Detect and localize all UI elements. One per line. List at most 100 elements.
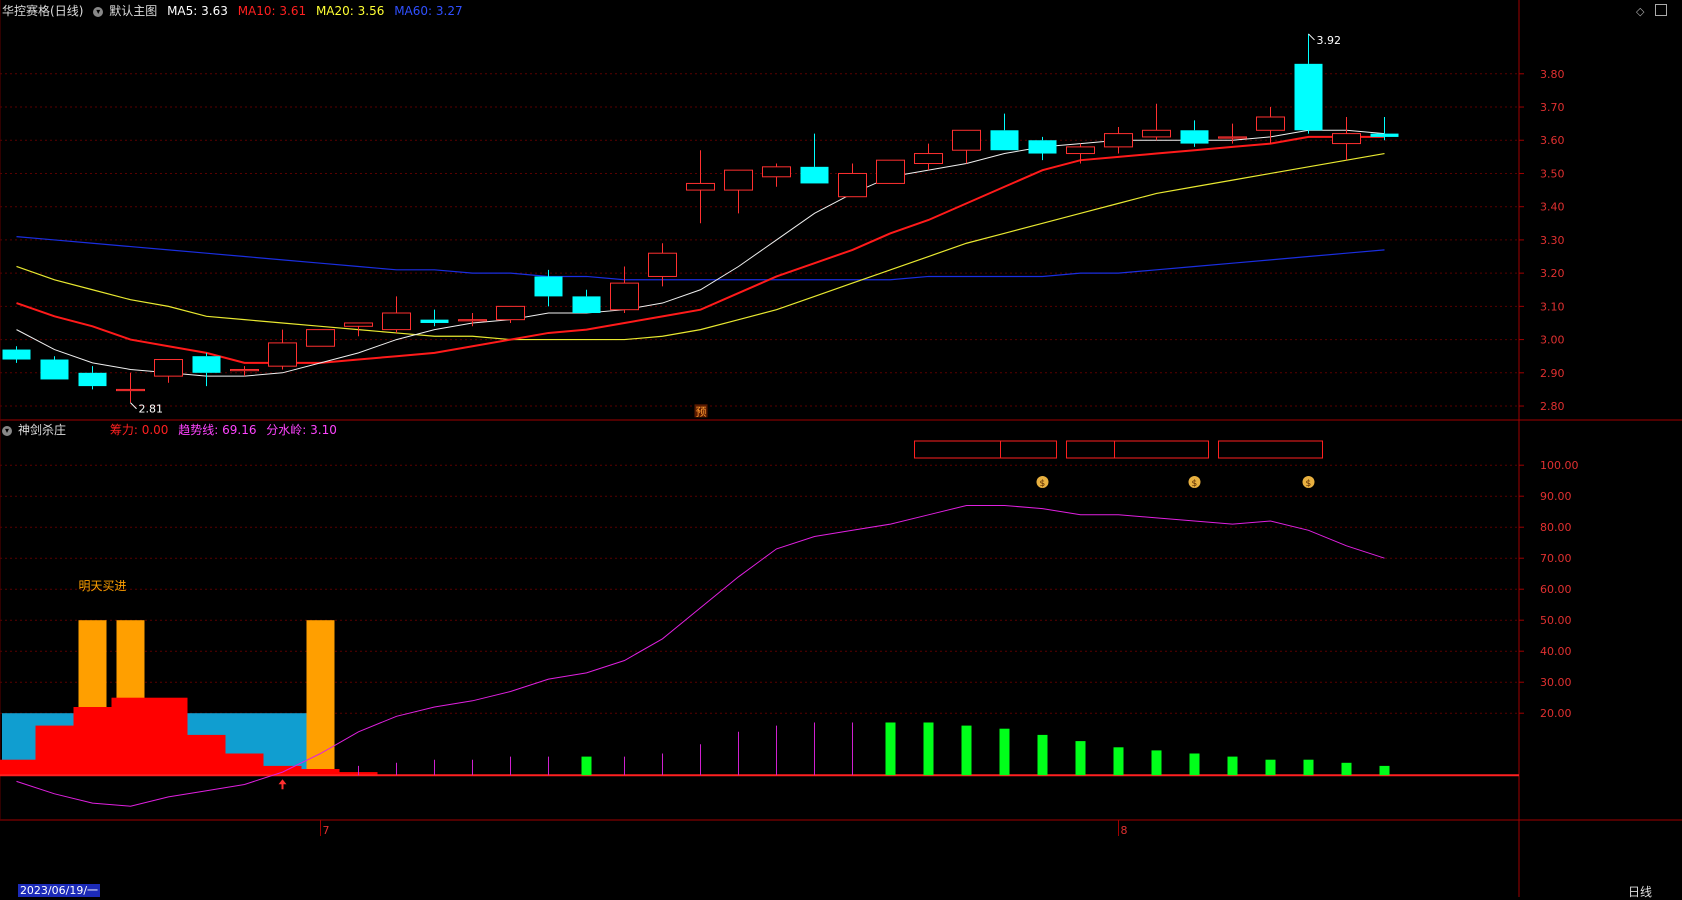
candle-body-down: [1028, 140, 1057, 154]
money-bag-glyph: $: [1040, 479, 1046, 489]
price-tick-label: 3.00: [1540, 334, 1565, 347]
red-area-step: [263, 765, 302, 776]
candle-body-up: [876, 159, 905, 184]
red-area-step: [0, 759, 36, 776]
candle-body-up: [724, 169, 753, 191]
indicator-tick-label: 30.00: [1540, 676, 1572, 689]
diamond-icon[interactable]: ◇: [1636, 5, 1644, 18]
money-bag-glyph: $: [1192, 479, 1198, 489]
candle-body-down: [534, 276, 563, 297]
indicator-tick-label: 20.00: [1540, 707, 1572, 720]
candle-body-down: [1180, 130, 1209, 144]
indicator-tick-label: 80.00: [1540, 521, 1572, 534]
period-label: (日线): [50, 4, 84, 18]
trend-line-readout: 趋势线: 69.16: [178, 423, 257, 437]
signal-box: [914, 440, 1057, 459]
indicator-tick-label: 90.00: [1540, 490, 1572, 503]
chip-power-readout: 筹力: 0.00: [109, 423, 169, 437]
period-button[interactable]: 日线: [1628, 883, 1652, 900]
signal-box: [1066, 440, 1209, 459]
price-tick-label: 3.60: [1540, 134, 1565, 147]
candle-body-up: [648, 252, 677, 277]
red-area-step: [225, 753, 264, 776]
candle-body-up: [1142, 129, 1171, 138]
indicator-name[interactable]: 神剑杀庄: [18, 423, 66, 437]
candle-body-up: [686, 182, 715, 191]
signal-box: [1218, 440, 1323, 459]
green-bar: [1341, 762, 1352, 776]
candle-body-up: [306, 329, 335, 347]
price-tick-label: 3.80: [1540, 68, 1565, 81]
green-bar: [1151, 750, 1162, 776]
green-bar: [581, 756, 592, 776]
price-tick-label: 3.30: [1540, 234, 1565, 247]
green-bar: [885, 722, 896, 776]
forecast-mark: 预: [696, 405, 707, 418]
candle-body-up: [914, 153, 943, 165]
candle-body-up: [838, 172, 867, 198]
main-chart-header: 华控赛格(日线) ▾ 默认主图 MA5: 3.63 MA10: 3.61 MA20…: [2, 3, 469, 19]
red-area-step: [111, 697, 150, 776]
indicator-tick-label: 60.00: [1540, 583, 1572, 596]
high-price-label: 3.92: [1317, 34, 1342, 47]
ma5-readout: MA5: 3.63: [167, 4, 228, 18]
green-bar: [1303, 759, 1314, 776]
candle-body-up: [952, 129, 981, 151]
price-tick-label: 3.40: [1540, 201, 1565, 214]
date-readout: 2023/06/19/一: [18, 884, 100, 897]
price-tick-label: 3.20: [1540, 267, 1565, 280]
red-area-step: [35, 725, 74, 776]
candle-body-up: [344, 322, 373, 327]
candle-body-down: [420, 319, 449, 323]
candle-body-up: [610, 282, 639, 311]
green-bar: [923, 722, 934, 776]
green-bar: [1113, 747, 1124, 776]
low-price-label: 2.81: [139, 403, 164, 416]
candle-body-up: [116, 388, 145, 392]
price-tick-label: 3.50: [1540, 167, 1565, 180]
candle-body-up: [496, 305, 525, 321]
candle-body-up: [1218, 136, 1247, 139]
candle-body-up: [762, 166, 791, 178]
price-tick-label: 3.70: [1540, 101, 1565, 114]
price-tick-label: 2.80: [1540, 400, 1565, 413]
month-label: 7: [323, 824, 330, 837]
green-bar: [1075, 741, 1086, 776]
month-label: 8: [1121, 824, 1128, 837]
green-bar: [999, 728, 1010, 776]
ma10-readout: MA10: 3.61: [237, 4, 307, 18]
candle-body-down: [78, 372, 107, 387]
candle-body-up: [268, 342, 297, 367]
green-bar: [1227, 756, 1238, 776]
red-area-step: [149, 697, 188, 776]
buy-signal-text: 明天买进: [79, 579, 127, 593]
candle-body-down: [1294, 63, 1323, 131]
candle-body-down: [800, 166, 829, 184]
price-tick-label: 3.10: [1540, 300, 1565, 313]
candle-body-down: [990, 130, 1019, 151]
chart-canvas: 3.80 3.70 3.60 3.50 3.40 3.30 3.20 3.10 3.00 2.90…: [0, 0, 1682, 897]
candle-body-up: [1104, 133, 1133, 148]
red-area-step: [187, 734, 226, 776]
green-bar: [961, 725, 972, 776]
window-toggle-icon[interactable]: [1655, 4, 1667, 16]
stock-name: 华控赛格: [2, 4, 51, 18]
candle-body-up: [382, 312, 411, 331]
indicator-tick-label: 100.00: [1540, 459, 1579, 472]
orange-bar: [306, 620, 335, 776]
candle-body-down: [2, 349, 31, 360]
green-bar: [1379, 765, 1390, 776]
candle-body-up: [1256, 116, 1285, 131]
candle-body-up: [154, 359, 183, 377]
chevron-down-icon[interactable]: ▾: [93, 6, 104, 17]
main-chart-label[interactable]: 默认主图: [109, 4, 157, 18]
price-tick-label: 2.90: [1540, 367, 1565, 380]
money-bag-glyph: $: [1306, 479, 1312, 489]
ma60-readout: MA60: 3.27: [394, 4, 463, 18]
candle-body-down: [1370, 133, 1399, 137]
chevron-down-icon[interactable]: ▾: [2, 425, 12, 436]
red-area-step: [73, 707, 112, 776]
buy-arrow-icon: [278, 779, 287, 790]
indicator-header: ▾ 神剑杀庄 筹力: 0.00 趋势线: 69.16 分水岭: 3.10: [2, 422, 343, 438]
indicator-tick-label: 40.00: [1540, 645, 1572, 658]
